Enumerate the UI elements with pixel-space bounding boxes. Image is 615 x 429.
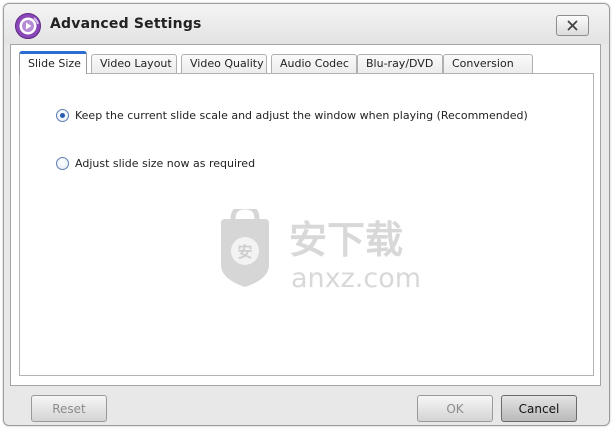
advanced-settings-dialog: Advanced Settings Slide Size Video Layou…: [3, 3, 610, 426]
tab-label: Video Layout: [100, 57, 172, 70]
close-button[interactable]: [556, 15, 589, 36]
tab-label: Slide Size: [28, 57, 81, 70]
watermark-logo: 安 安下载 anxz.com: [221, 209, 421, 294]
app-logo-icon: [15, 13, 41, 39]
tab-label: Conversion: [452, 57, 514, 70]
dialog-title: Advanced Settings: [50, 16, 202, 32]
watermark-text-en: anxz.com: [291, 263, 421, 294]
slide-size-panel: Keep the current slide scale and adjust …: [19, 73, 594, 376]
close-icon: [567, 20, 578, 31]
radio-button-unselected[interactable]: [56, 157, 69, 170]
dialog-content: Slide Size Video Layout Video Quality Au…: [10, 44, 601, 386]
radio-option-adjust-size[interactable]: Adjust slide size now as required: [56, 157, 255, 170]
tab-label: Video Quality: [190, 57, 264, 70]
radio-dot: [60, 113, 65, 118]
tab-label: Blu-ray/DVD: [366, 57, 434, 70]
radio-label-keep-scale: Keep the current slide scale and adjust …: [75, 109, 528, 122]
tab-conversion[interactable]: Conversion: [443, 54, 533, 73]
ok-button[interactable]: OK: [417, 395, 493, 422]
watermark-text-cn: 安下载: [289, 218, 403, 262]
title-bar: Advanced Settings: [4, 4, 609, 44]
tab-slide-size[interactable]: Slide Size: [19, 51, 87, 74]
watermark-badge-char: 安: [237, 243, 252, 261]
tab-audio-codec[interactable]: Audio Codec: [271, 54, 357, 73]
tab-blu-ray-dvd[interactable]: Blu-ray/DVD: [357, 54, 443, 73]
radio-button-selected[interactable]: [56, 109, 69, 122]
tab-video-layout[interactable]: Video Layout: [91, 54, 177, 73]
tab-bar: Slide Size Video Layout Video Quality Au…: [19, 51, 599, 74]
radio-option-keep-scale[interactable]: Keep the current slide scale and adjust …: [56, 109, 528, 122]
cancel-button[interactable]: Cancel: [501, 395, 577, 422]
reset-button[interactable]: Reset: [31, 395, 107, 422]
tab-video-quality[interactable]: Video Quality: [181, 54, 267, 73]
radio-label-adjust-size: Adjust slide size now as required: [75, 157, 256, 170]
tab-label: Audio Codec: [280, 57, 349, 70]
